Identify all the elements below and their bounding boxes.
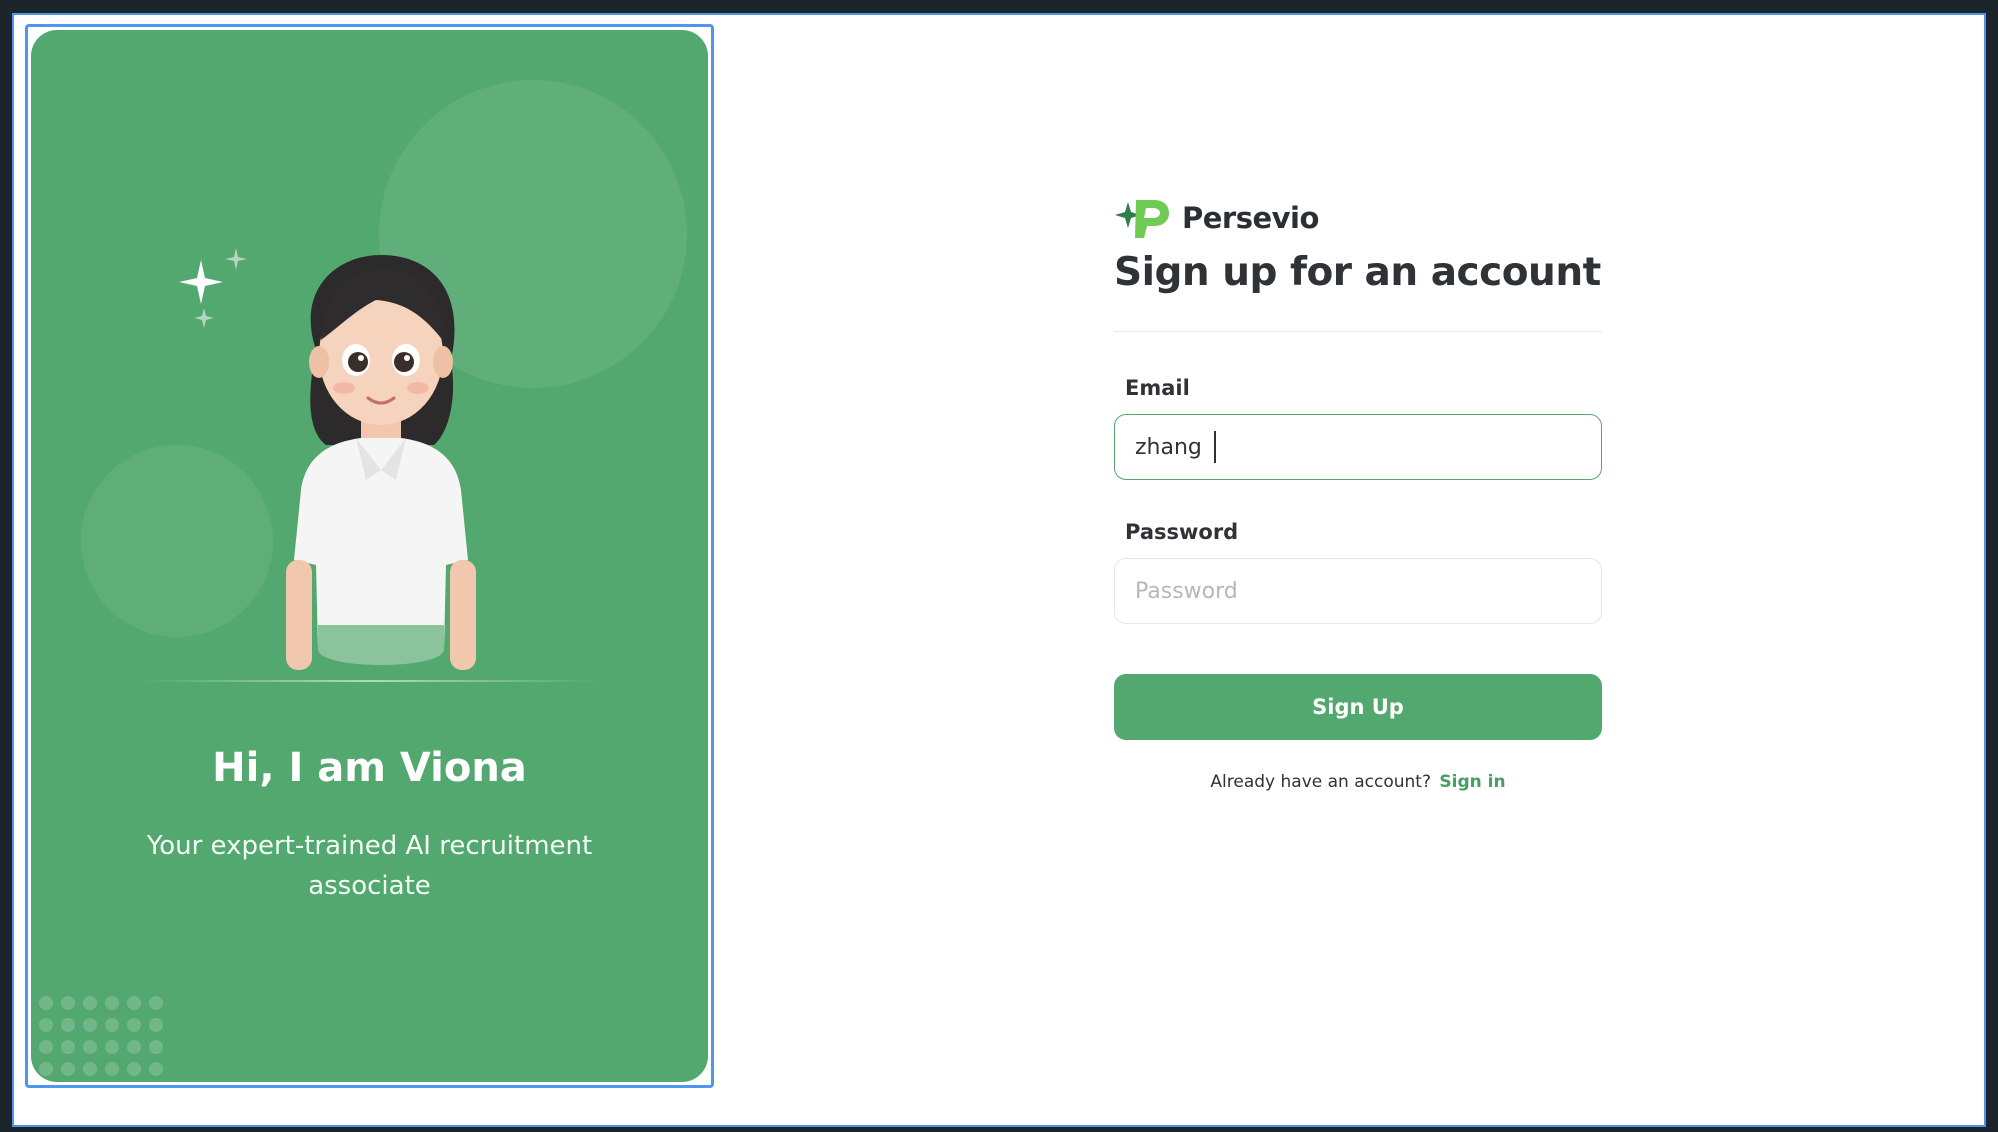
password-field[interactable]: Password <box>1114 558 1602 624</box>
hero-card: Hi, I am Viona Your expert-trained AI re… <box>31 30 708 1082</box>
signin-prompt-row: Already have an account? Sign in <box>1114 772 1602 792</box>
email-field[interactable]: zhang <box>1114 414 1602 480</box>
hero-title: Hi, I am Viona <box>212 745 527 791</box>
hero-subtitle: Your expert-trained AI recruitment assoc… <box>146 831 593 901</box>
form-divider <box>1114 331 1602 332</box>
sign-in-link[interactable]: Sign in <box>1439 772 1505 792</box>
brand-name: Persevio <box>1182 201 1319 235</box>
viona-avatar-illustration <box>286 255 476 675</box>
page-title: Sign up for an account <box>1114 250 1601 295</box>
text-caret <box>1213 431 1216 463</box>
password-placeholder: Password <box>1135 578 1238 604</box>
persevio-logo-icon <box>1115 200 1169 238</box>
email-value: zhang <box>1135 434 1202 460</box>
email-label: Email <box>1125 376 1190 400</box>
divider-glow <box>141 680 601 682</box>
signin-prompt-text: Already have an account? <box>1210 772 1431 792</box>
decorative-circle-small <box>81 445 273 637</box>
signup-form: Persevio Sign up for an account Email zh… <box>1114 196 1602 792</box>
hero-panel-frame: Hi, I am Viona Your expert-trained AI re… <box>25 24 714 1088</box>
sign-up-button[interactable]: Sign Up <box>1114 674 1602 740</box>
brand: Persevio <box>1114 196 1602 240</box>
decorative-dot-grid <box>39 996 179 1082</box>
password-label: Password <box>1125 520 1239 544</box>
